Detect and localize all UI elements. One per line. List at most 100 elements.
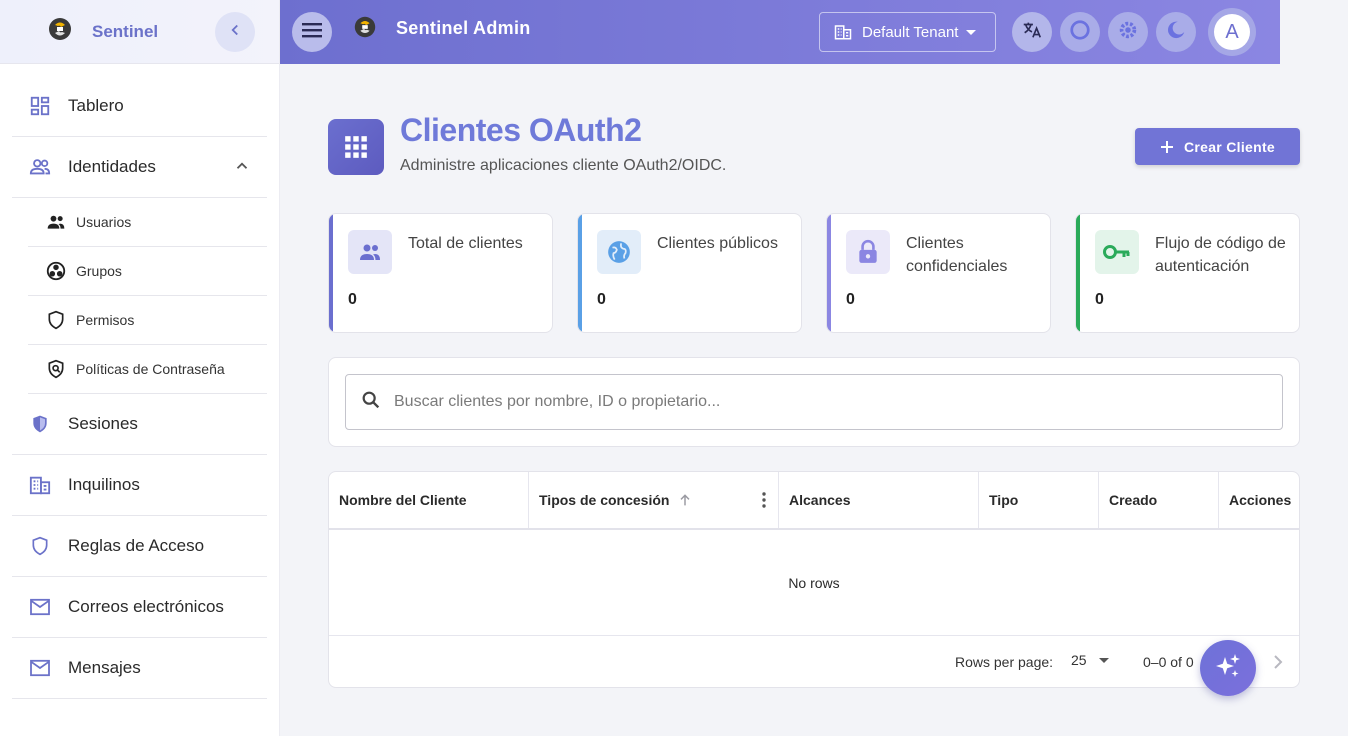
page-title: Clientes OAuth2 bbox=[400, 112, 642, 148]
identidades-submenu: Usuarios Grupos Permisos Políticas de Co… bbox=[12, 198, 267, 394]
people-outline-icon bbox=[28, 155, 52, 179]
shield-outline-icon bbox=[28, 534, 52, 558]
top-app-bar: Sentinel Admin Default Tenant A bbox=[280, 0, 1280, 64]
menu-toggle-button[interactable] bbox=[292, 12, 332, 52]
column-header-label: Tipo bbox=[989, 492, 1019, 508]
sidebar-item-reglas-acceso[interactable]: Reglas de Acceso bbox=[12, 516, 267, 577]
column-header-label: Alcances bbox=[789, 492, 851, 508]
search-field bbox=[345, 374, 1283, 430]
people-icon bbox=[44, 210, 68, 234]
page-subtitle: Administre aplicaciones cliente OAuth2/O… bbox=[400, 157, 727, 174]
github-button[interactable] bbox=[1060, 12, 1100, 52]
rows-per-page-select[interactable]: 25 bbox=[1071, 652, 1109, 668]
sidebar-item-label: Políticas de Contraseña bbox=[76, 361, 225, 377]
sidebar-item-inquilinos[interactable]: Inquilinos bbox=[12, 455, 267, 516]
stat-card-total: Total de clientes 0 bbox=[328, 213, 553, 333]
sidebar-item-mensajes[interactable]: Mensajes bbox=[12, 638, 267, 699]
column-header-tipos-concesion[interactable]: Tipos de concesión bbox=[529, 472, 779, 528]
shield-outline-icon bbox=[44, 308, 68, 332]
column-header-alcances[interactable]: Alcances bbox=[779, 472, 979, 528]
sentinel-logo-icon bbox=[46, 15, 74, 48]
sidebar-item-label: Tablero bbox=[68, 96, 124, 115]
sidebar-item-sesiones[interactable]: Sesiones bbox=[12, 394, 267, 455]
stat-label: Flujo de código de autenticación bbox=[1155, 235, 1286, 275]
sidebar-item-identidades[interactable]: Identidades bbox=[12, 137, 267, 198]
apps-icon bbox=[328, 119, 384, 175]
stat-label: Clientes públicos bbox=[657, 235, 778, 252]
stat-card-auth-code: Flujo de código de autenticación 0 bbox=[1075, 213, 1300, 333]
stat-value: 0 bbox=[348, 291, 357, 308]
next-page-button[interactable] bbox=[1265, 650, 1289, 679]
dropdown-arrow-icon bbox=[1098, 657, 1109, 663]
column-header-label: Nombre del Cliente bbox=[339, 492, 467, 508]
sidebar-item-grupos[interactable]: Grupos bbox=[28, 247, 267, 296]
sidebar-item-label: Identidades bbox=[68, 157, 156, 176]
sidebar-item-label: Grupos bbox=[76, 263, 122, 279]
stat-card-confidential: Clientes confidenciales 0 bbox=[826, 213, 1051, 333]
stat-accent-bar bbox=[329, 214, 333, 332]
policy-icon bbox=[44, 357, 68, 381]
sidebar-item-permisos[interactable]: Permisos bbox=[28, 296, 267, 345]
mail-icon bbox=[28, 656, 52, 680]
domain-icon bbox=[834, 23, 852, 41]
create-client-label: Crear Cliente bbox=[1183, 138, 1276, 155]
user-avatar[interactable]: A bbox=[1208, 8, 1256, 56]
sidebar-header: Sentinel bbox=[0, 0, 279, 64]
github-icon bbox=[1069, 19, 1091, 46]
search-card bbox=[328, 357, 1300, 447]
collapse-sidebar-button[interactable] bbox=[215, 12, 255, 52]
stat-label: Total de clientes bbox=[408, 235, 523, 252]
language-button[interactable] bbox=[1012, 12, 1052, 52]
pagination-range: 0–0 of 0 bbox=[1143, 654, 1194, 670]
theme-toggle-button[interactable] bbox=[1156, 12, 1196, 52]
sidebar-item-correos[interactable]: Correos electrónicos bbox=[12, 577, 267, 638]
mail-icon bbox=[28, 595, 52, 619]
sort-arrow-up-icon[interactable] bbox=[677, 492, 693, 508]
workspaces-icon bbox=[44, 259, 68, 283]
rows-per-page-label: Rows per page: bbox=[955, 654, 1054, 670]
ai-assistant-button[interactable] bbox=[1200, 640, 1256, 696]
translate-icon bbox=[1021, 19, 1043, 46]
people-icon bbox=[348, 230, 392, 274]
column-header-nombre[interactable]: Nombre del Cliente bbox=[329, 472, 529, 528]
settings-button[interactable] bbox=[1108, 12, 1148, 52]
column-header-creado[interactable]: Creado bbox=[1099, 472, 1219, 528]
sidebar-item-label: Inquilinos bbox=[68, 475, 140, 494]
chevron-up-icon bbox=[233, 157, 251, 180]
tenant-selector[interactable]: Default Tenant bbox=[819, 12, 996, 52]
sidebar-item-label: Permisos bbox=[76, 312, 135, 328]
shield-half-icon bbox=[28, 412, 52, 436]
dropdown-arrow-icon bbox=[966, 29, 977, 35]
dashboard-icon bbox=[28, 94, 52, 118]
chevron-left-icon bbox=[226, 21, 244, 44]
search-icon bbox=[360, 389, 382, 416]
sidebar-item-politicas-contrasena[interactable]: Políticas de Contraseña bbox=[28, 345, 267, 394]
create-client-button[interactable]: Crear Cliente bbox=[1135, 128, 1300, 165]
column-menu-icon[interactable] bbox=[762, 492, 766, 508]
stat-label: Clientes confidenciales bbox=[906, 235, 1008, 275]
gear-icon bbox=[1117, 19, 1139, 46]
hamburger-menu-icon bbox=[302, 22, 322, 43]
column-header-label: Tipos de concesión bbox=[539, 492, 670, 508]
sidebar-item-usuarios[interactable]: Usuarios bbox=[28, 198, 267, 247]
sidebar-item-label: Mensajes bbox=[68, 658, 141, 677]
dark-mode-icon bbox=[1165, 19, 1187, 46]
sidebar-item-tablero[interactable]: Tablero bbox=[12, 76, 267, 137]
avatar-letter: A bbox=[1214, 14, 1250, 50]
clients-table: Nombre del Cliente Tipos de concesión Al… bbox=[328, 471, 1300, 688]
stat-value: 0 bbox=[846, 291, 855, 308]
search-input[interactable] bbox=[394, 393, 1254, 411]
sidebar-brand: Sentinel bbox=[92, 21, 159, 41]
column-header-label: Creado bbox=[1109, 492, 1158, 508]
column-header-acciones[interactable]: Acciones bbox=[1219, 472, 1299, 528]
sidebar-item-label: Usuarios bbox=[76, 214, 132, 230]
table-header: Nombre del Cliente Tipos de concesión Al… bbox=[329, 472, 1299, 530]
stat-accent-bar bbox=[578, 214, 582, 332]
table-pagination: Rows per page: 25 0–0 of 0 bbox=[329, 635, 1299, 687]
stat-card-public: Clientes públicos 0 bbox=[577, 213, 802, 333]
column-header-tipo[interactable]: Tipo bbox=[979, 472, 1099, 528]
sparkle-icon bbox=[1213, 651, 1243, 686]
sidebar-item-label: Correos electrónicos bbox=[68, 597, 224, 616]
lock-icon bbox=[846, 230, 890, 274]
tenant-selector-value: Default Tenant bbox=[862, 23, 959, 41]
